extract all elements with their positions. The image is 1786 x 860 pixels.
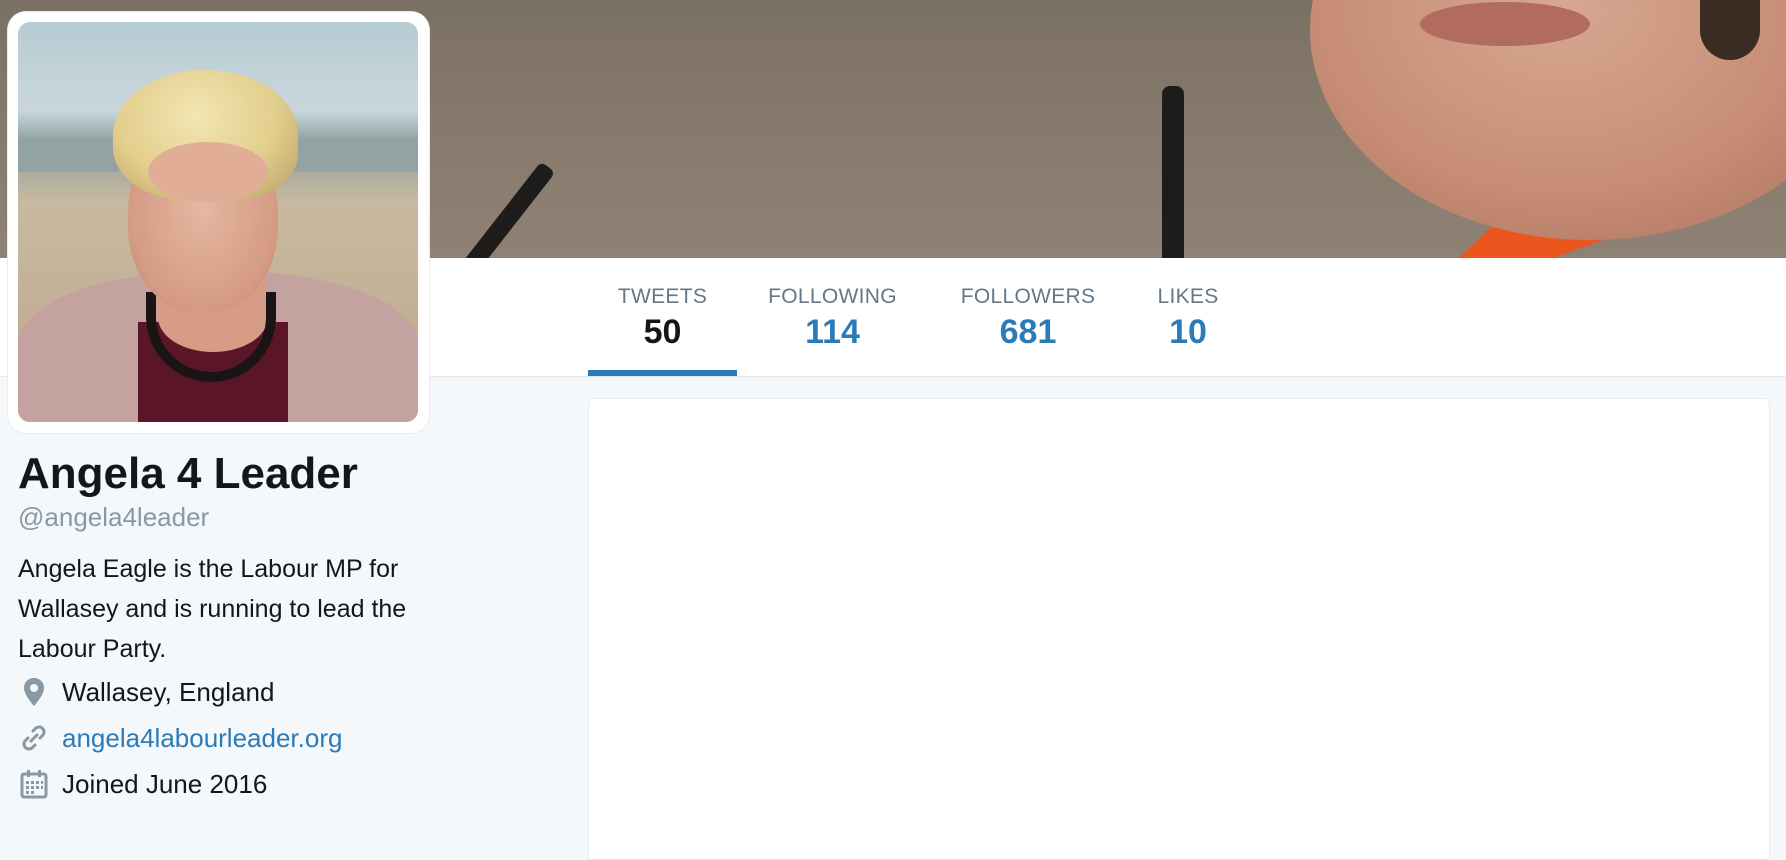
profile-card: Angela 4 Leader @angela4leader Angela Ea… — [18, 449, 558, 807]
tab-followers-label: FOLLOWERS — [960, 285, 1096, 308]
avatar[interactable] — [18, 22, 418, 422]
tab-likes-label: LIKES — [1157, 285, 1219, 308]
tab-following-count: 114 — [805, 313, 860, 351]
profile-name[interactable]: Angela 4 Leader — [18, 449, 558, 498]
profile-website-link[interactable]: angela4labourleader.org — [62, 723, 342, 754]
map-pin-icon — [18, 676, 50, 708]
tab-tweets-count: 50 — [643, 313, 682, 351]
profile-bio: Angela Eagle is the Labour MP for Wallas… — [18, 555, 407, 664]
link-icon — [18, 722, 50, 754]
profile-joined: Joined June 2016 — [18, 761, 558, 807]
profile-location: Wallasey, England — [18, 669, 558, 715]
tab-followers[interactable]: FOLLOWERS 681 — [958, 258, 1098, 376]
tab-followers-count: 681 — [999, 313, 1057, 351]
tab-likes[interactable]: LIKES 10 — [1156, 258, 1220, 376]
profile-location-text: Wallasey, England — [62, 676, 275, 707]
profile-joined-text: Joined June 2016 — [62, 768, 268, 799]
tab-following-label: FOLLOWING — [768, 285, 897, 308]
tab-likes-count: 10 — [1169, 313, 1207, 351]
calendar-icon — [18, 768, 50, 800]
timeline-panel — [588, 398, 1770, 860]
profile-handle[interactable]: @angela4leader — [18, 502, 558, 533]
tab-tweets-label: TWEETS — [617, 285, 708, 308]
tab-tweets[interactable]: TWEETS 50 — [588, 258, 737, 376]
profile-website: angela4labourleader.org — [18, 715, 558, 761]
avatar-frame[interactable] — [8, 12, 429, 433]
tab-following[interactable]: FOLLOWING 114 — [765, 258, 900, 376]
